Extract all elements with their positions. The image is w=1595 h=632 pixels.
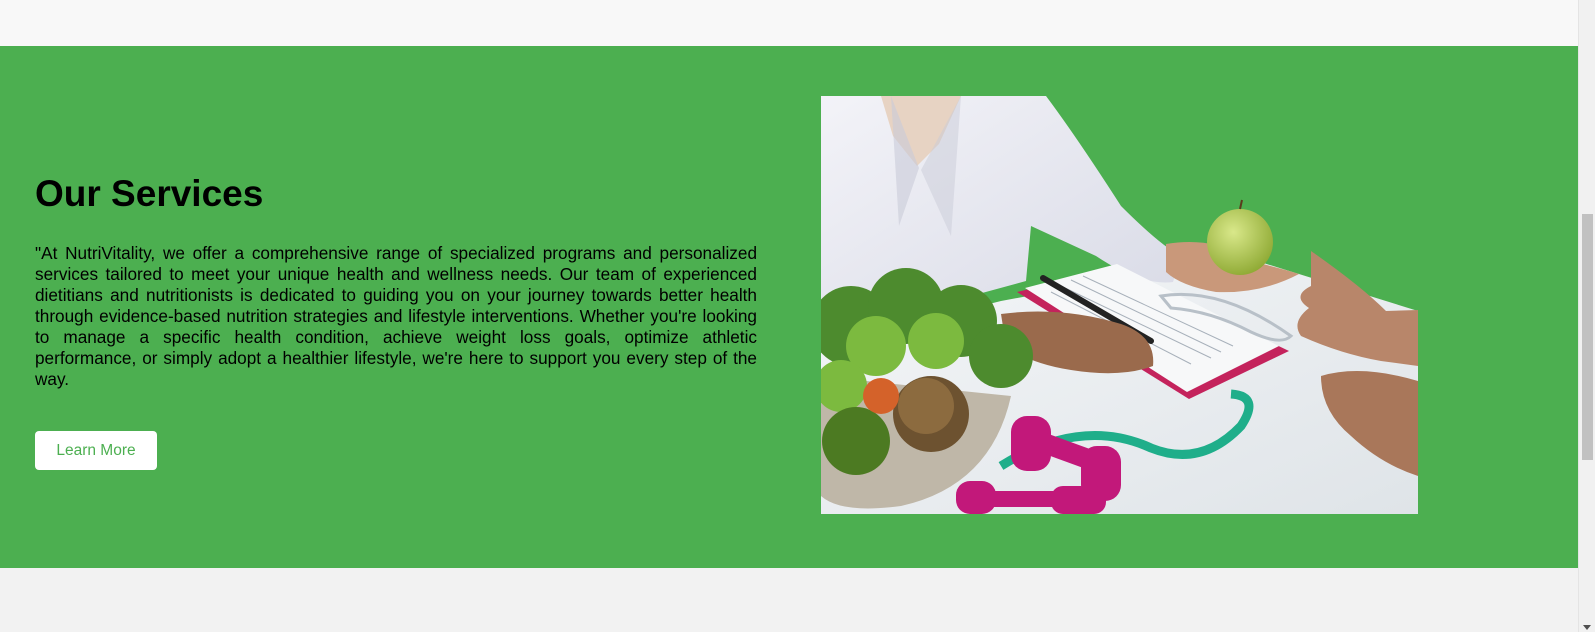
scrollbar-thumb[interactable] <box>1582 214 1593 460</box>
services-description: "At NutriVitality, we offer a comprehens… <box>35 243 757 389</box>
services-photo <box>821 96 1418 514</box>
services-section: Our Services "At NutriVitality, we offer… <box>0 46 1578 568</box>
chevron-down-icon[interactable] <box>1583 625 1591 630</box>
learn-more-button[interactable]: Learn More <box>35 431 157 470</box>
top-strip <box>0 0 1578 46</box>
vertical-scrollbar[interactable] <box>1578 0 1595 632</box>
services-title: Our Services <box>35 173 264 214</box>
